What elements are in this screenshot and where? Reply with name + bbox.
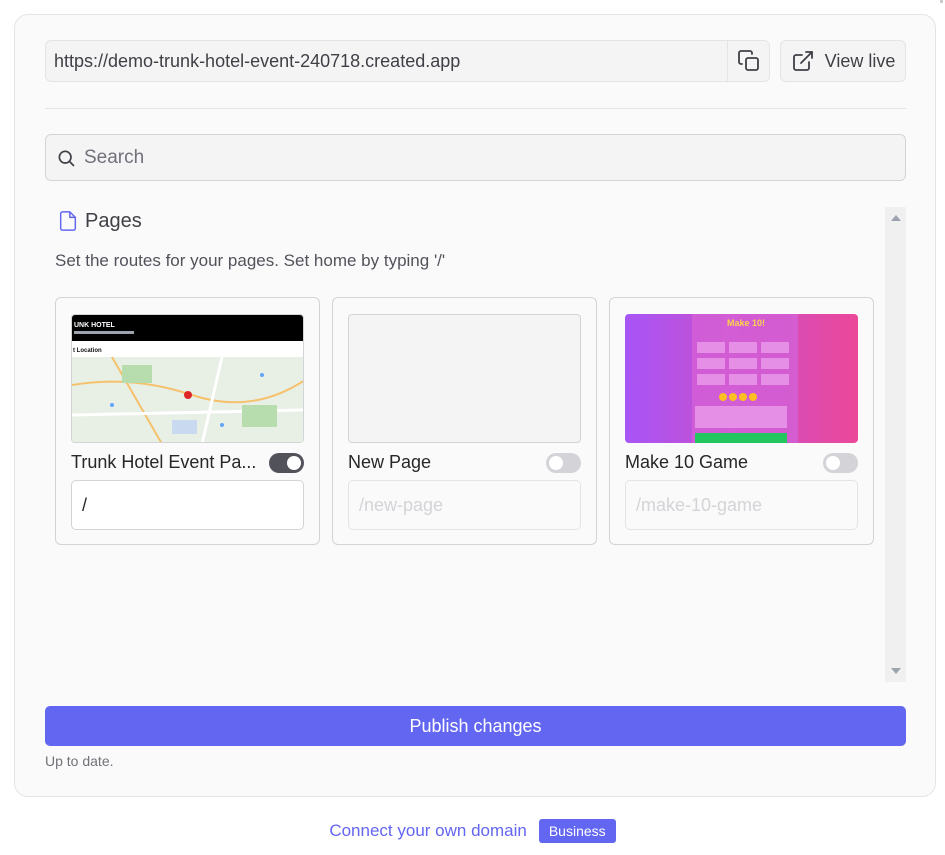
page-thumbnail[interactable]: UNK HOTEL t Location xyxy=(71,314,304,443)
view-live-label: View live xyxy=(824,50,896,71)
url-row: https://demo-trunk-hotel-event-240718.cr… xyxy=(45,40,906,82)
page-cards: UNK HOTEL t Location Trunk Hotel Event P… xyxy=(55,297,874,545)
route-input[interactable] xyxy=(348,480,581,530)
search-icon xyxy=(58,150,75,166)
thumb-header-text: UNK HOTEL xyxy=(74,322,116,329)
thumb-location-text: t Location xyxy=(73,348,102,354)
publish-panel: https://demo-trunk-hotel-event-240718.cr… xyxy=(14,14,936,797)
pages-title: Pages xyxy=(85,209,142,232)
search-input[interactable] xyxy=(84,146,864,169)
route-input[interactable] xyxy=(625,480,858,530)
url-box: https://demo-trunk-hotel-event-240718.cr… xyxy=(45,40,770,82)
page-card-make-10-game[interactable]: Make 10! Make 10 Game /make-10-game xyxy=(609,297,874,545)
pages-scrollbar[interactable] xyxy=(885,207,906,682)
card-title-row: Make 10 Game xyxy=(625,452,858,473)
page-toggle[interactable] xyxy=(546,452,581,473)
page-name: Make 10 Game xyxy=(625,452,749,472)
page-thumbnail[interactable]: Make 10! xyxy=(625,314,858,443)
card-title-row: Trunk Hotel Event Pa... xyxy=(71,452,304,473)
publish-changes-button[interactable]: Publish changes xyxy=(45,706,906,746)
route-input[interactable] xyxy=(71,480,304,530)
connect-domain-link[interactable]: Connect your own domain xyxy=(329,821,527,841)
external-link-icon xyxy=(792,51,813,71)
toggle-knob xyxy=(826,455,840,470)
page-thumbnail[interactable] xyxy=(348,314,581,443)
page-card-trunk-hotel[interactable]: UNK HOTEL t Location Trunk Hotel Event P… xyxy=(55,297,320,545)
search-bar xyxy=(45,134,906,181)
toggle-knob xyxy=(549,455,563,470)
game-thumbnail: Make 10! xyxy=(625,314,858,443)
divider xyxy=(45,108,906,109)
site-url[interactable]: https://demo-trunk-hotel-event-240718.cr… xyxy=(46,51,727,72)
map-thumbnail: UNK HOTEL t Location xyxy=(72,315,303,442)
pages-description: Set the routes for your pages. Set home … xyxy=(55,251,446,270)
view-live-button[interactable]: View live xyxy=(780,40,906,82)
copy-icon xyxy=(737,50,759,71)
corner-dot xyxy=(940,0,943,3)
scroll-down-arrow[interactable] xyxy=(891,668,901,674)
card-title-row: New Page xyxy=(348,452,581,473)
file-icon xyxy=(59,211,77,231)
page-toggle[interactable] xyxy=(823,452,858,473)
page-card-new-page[interactable]: New Page xyxy=(332,297,597,545)
pages-heading: Pages xyxy=(57,209,142,233)
thumb-game-title: Make 10! xyxy=(727,318,765,328)
toggle-knob xyxy=(287,455,301,470)
page-toggle[interactable] xyxy=(269,452,304,473)
scroll-up-arrow[interactable] xyxy=(891,215,901,221)
footer: Connect your own domain Business xyxy=(0,819,945,843)
pages-scroll-area: Pages Set the routes for your pages. Set… xyxy=(45,207,906,682)
publish-status: Up to date. xyxy=(45,753,114,769)
business-badge: Business xyxy=(538,819,616,843)
page-name: New Page xyxy=(348,452,432,472)
copy-url-button[interactable] xyxy=(727,41,769,81)
page-name: Trunk Hotel Event Pa... xyxy=(71,452,257,472)
